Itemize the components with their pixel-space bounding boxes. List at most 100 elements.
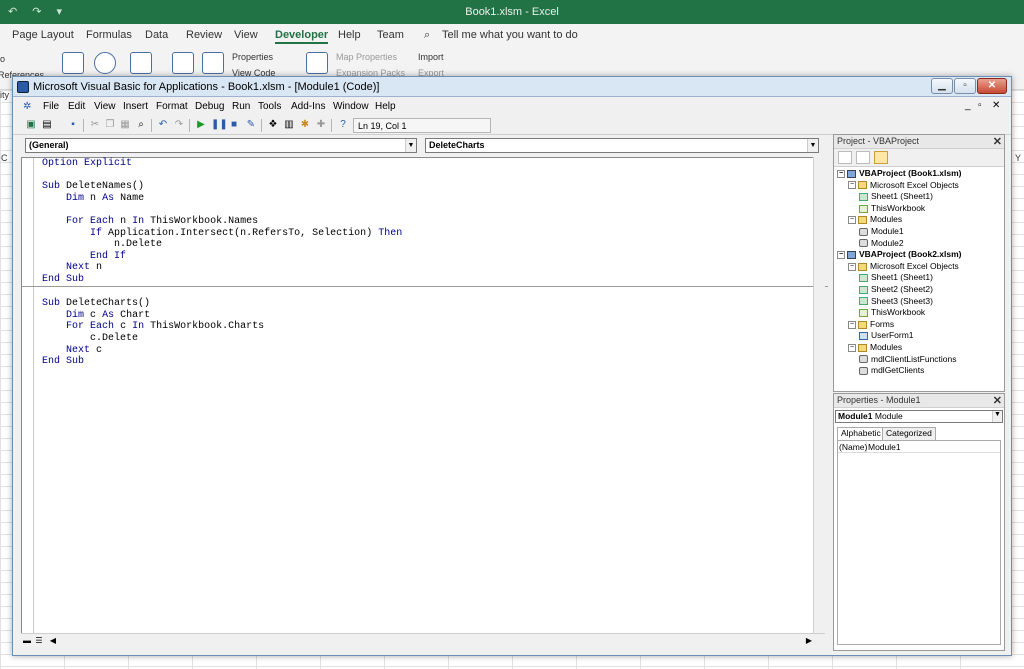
collapse-icon[interactable]: − [837, 169, 845, 178]
break-icon[interactable]: ❚❚ [211, 119, 228, 131]
tree-item-node[interactable]: ThisWorkbook [859, 203, 925, 214]
collapse-icon[interactable]: − [848, 262, 856, 271]
save-icon[interactable]: ▪ [67, 119, 79, 131]
tree-item-node[interactable]: Sheet2 (Sheet2) [859, 284, 933, 295]
code-line[interactable] [42, 287, 820, 299]
code-line[interactable]: c.Delete [42, 333, 820, 345]
undo-icon[interactable]: ↶ [157, 119, 169, 131]
tab-review[interactable]: Review [186, 29, 222, 41]
child-close-button[interactable]: ✕ [992, 100, 1000, 111]
code-line[interactable]: Dim c As Chart [42, 310, 820, 322]
code-line[interactable]: Next c [42, 345, 820, 357]
menu-file[interactable]: File [43, 101, 59, 112]
scroll-left-icon[interactable]: ◀ [47, 635, 59, 647]
project-explorer-icon[interactable]: ❖ [267, 119, 279, 131]
code-text[interactable]: Option Explicit Sub DeleteNames() Dim n A… [22, 158, 828, 368]
properties-window-icon[interactable]: ▥ [283, 119, 295, 131]
code-line[interactable]: Sub DeleteNames() [42, 181, 820, 193]
properties-button[interactable]: Properties [232, 52, 273, 62]
collapse-icon[interactable]: − [848, 320, 856, 329]
child-restore-button[interactable]: ▫ [978, 100, 982, 111]
tab-page-layout[interactable]: Page Layout [12, 29, 74, 41]
collapse-icon[interactable]: − [837, 250, 845, 259]
run-icon[interactable]: ▶ [195, 119, 207, 131]
tree-item-node[interactable]: UserForm1 [859, 330, 914, 341]
tell-me-icon[interactable]: ⌕ [424, 29, 430, 42]
view-object-icon[interactable] [856, 151, 870, 164]
vbe-title-bar[interactable]: Microsoft Visual Basic for Applications … [13, 77, 1011, 97]
chevron-down-icon[interactable]: ▼ [992, 411, 1002, 422]
procedure-view-icon[interactable]: ▬ [21, 635, 33, 647]
tab-categorized[interactable]: Categorized [882, 427, 936, 440]
code-line[interactable]: Option Explicit [42, 158, 820, 170]
code-line[interactable]: For Each c In ThisWorkbook.Charts [42, 321, 820, 333]
property-row[interactable]: (Name) Module1 [838, 441, 1000, 453]
tree-item-node[interactable]: mdlClientListFunctions [859, 354, 957, 365]
menu-window[interactable]: Window [333, 101, 369, 112]
code-line[interactable] [42, 170, 820, 182]
code-line[interactable]: End If [42, 251, 820, 263]
code-line[interactable]: If Application.Intersect(n.RefersTo, Sel… [42, 228, 820, 240]
scroll-right-icon[interactable]: ▶ [803, 635, 815, 647]
close-icon[interactable]: ✕ [993, 394, 1002, 407]
tab-view[interactable]: View [234, 29, 258, 41]
code-line[interactable]: Dim n As Name [42, 193, 820, 205]
code-horizontal-scrollbar[interactable]: ▬ ☰ ◀ ▶ [21, 633, 825, 647]
minimize-button[interactable]: ▁ [931, 78, 953, 94]
tree-folder-node[interactable]: − Modules [848, 342, 902, 353]
menu-debug[interactable]: Debug [195, 101, 224, 112]
tree-item-node[interactable]: Module1 [859, 226, 904, 237]
menu-tools[interactable]: Tools [258, 101, 281, 112]
property-value[interactable]: Module1 [868, 442, 901, 452]
map-properties-button[interactable]: Map Properties [336, 52, 397, 62]
child-minimize-button[interactable]: _ [965, 100, 971, 111]
vbe-menu-icon[interactable]: ✲ [23, 101, 31, 112]
cut-icon[interactable]: ✂ [89, 119, 101, 131]
menu-view[interactable]: View [94, 101, 116, 112]
code-line[interactable]: Next n [42, 262, 820, 274]
view-excel-icon[interactable]: ▣ [25, 119, 37, 131]
menu-format[interactable]: Format [156, 101, 188, 112]
menu-add-ins[interactable]: Add-Ins [291, 101, 325, 112]
copy-icon[interactable]: ❐ [104, 119, 116, 131]
menu-edit[interactable]: Edit [68, 101, 85, 112]
tab-help[interactable]: Help [338, 29, 361, 41]
design-mode-icon[interactable]: ✎ [245, 119, 257, 131]
tab-alphabetic[interactable]: Alphabetic [837, 427, 885, 440]
tree-item-node[interactable]: ThisWorkbook [859, 307, 925, 318]
procedure-combo[interactable]: DeleteCharts ▼ [425, 138, 819, 153]
tell-me-box[interactable]: Tell me what you want to do [442, 29, 578, 41]
chevron-down-icon[interactable]: ▼ [807, 139, 818, 152]
code-vertical-scrollbar[interactable] [813, 157, 825, 639]
toolbox-icon[interactable]: ✚ [315, 119, 327, 131]
code-line[interactable]: n.Delete [42, 239, 820, 251]
object-combo[interactable]: (General) ▼ [25, 138, 417, 153]
breakpoint-margin[interactable] [22, 158, 34, 638]
tab-team[interactable]: Team [377, 29, 404, 41]
code-line[interactable]: For Each n In ThisWorkbook.Names [42, 216, 820, 228]
maximize-button[interactable]: ▫ [954, 78, 976, 94]
properties-object-select[interactable]: Module1 Module ▼ [835, 410, 1003, 423]
paste-icon[interactable]: ▦ [119, 119, 131, 131]
code-editor[interactable]: Option Explicit Sub DeleteNames() Dim n A… [21, 157, 828, 639]
design-ruler-icon[interactable] [202, 52, 224, 74]
view-code-icon[interactable] [838, 151, 852, 164]
source-icon[interactable] [306, 52, 328, 74]
redo-icon[interactable]: ↷ [173, 119, 185, 131]
tree-project-node[interactable]: − VBAProject (Book1.xlsm) [837, 168, 962, 179]
tab-formulas[interactable]: Formulas [86, 29, 132, 41]
tree-folder-node[interactable]: − Forms [848, 319, 894, 330]
tree-item-node[interactable]: Sheet1 (Sheet1) [859, 191, 933, 202]
tab-data[interactable]: Data [145, 29, 168, 41]
menu-help[interactable]: Help [375, 101, 396, 112]
full-module-view-icon[interactable]: ☰ [33, 635, 45, 647]
help-icon[interactable]: ? [337, 119, 349, 131]
tree-folder-node[interactable]: − Microsoft Excel Objects [848, 261, 959, 272]
insert-module-icon[interactable]: ▤ [41, 119, 53, 131]
collapse-icon[interactable]: − [848, 181, 856, 190]
add-ins-icon[interactable] [62, 52, 84, 74]
tree-item-node[interactable]: Sheet1 (Sheet1) [859, 272, 933, 283]
chevron-down-icon[interactable]: ▼ [405, 139, 416, 152]
close-icon[interactable]: ✕ [993, 135, 1002, 148]
collapse-icon[interactable]: − [848, 343, 856, 352]
